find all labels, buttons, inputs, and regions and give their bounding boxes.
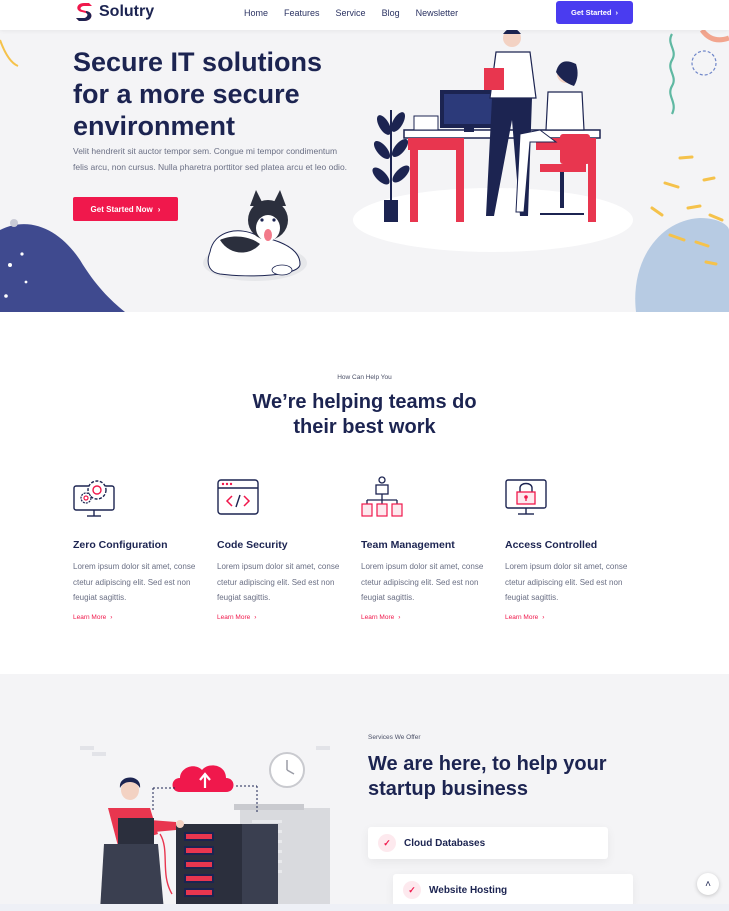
code-window-icon <box>217 479 259 515</box>
feature-text: Lorem ipsum dolor sit amet, conse ctetur… <box>217 562 340 602</box>
service-card-cloud-databases[interactable]: ✓ Cloud Databases <box>368 827 608 859</box>
chevron-right-icon: › <box>157 204 161 214</box>
feature-title: Team Management <box>361 539 455 551</box>
lock-monitor-icon <box>505 479 547 515</box>
services-eyebrow: Services We Offer <box>368 734 421 741</box>
help-section: How Can Help You We’re helping teams do … <box>0 312 729 674</box>
chevron-right-icon: › <box>398 613 401 621</box>
check-icon: ✓ <box>403 881 421 899</box>
brand-name: Solutry <box>99 3 155 20</box>
hero-description: Velit hendrerit sit auctor tempor sem. C… <box>73 146 348 172</box>
nav-link-home[interactable]: Home <box>244 8 268 18</box>
hero-cta-label: Get Started Now <box>90 204 153 214</box>
service-label: Cloud Databases <box>404 837 486 849</box>
feature-zero-configuration: Zero Configuration Lorem ipsum dolor sit… <box>73 476 203 621</box>
check-icon: ✓ <box>378 834 396 852</box>
services-section: Services We Offer We are here, to help y… <box>0 674 729 911</box>
chevron-right-icon: › <box>542 613 545 621</box>
feature-code-security: Code Security Lorem ipsum dolor sit amet… <box>217 476 347 621</box>
learn-more-link[interactable]: Learn More › <box>73 614 203 621</box>
logo-mark-icon <box>76 3 92 21</box>
feature-title: Zero Configuration <box>73 539 168 551</box>
service-label: Website Hosting <box>429 884 508 896</box>
scroll-to-top-button[interactable]: ˄ <box>697 873 719 895</box>
learn-more-link[interactable]: Learn More › <box>217 614 347 621</box>
learn-more-link[interactable]: Learn More › <box>505 614 635 621</box>
learn-more-label: Learn More <box>73 613 107 621</box>
nav-link-service[interactable]: Service <box>336 8 366 18</box>
nav-cta-label: Get Started <box>571 8 612 17</box>
feature-text: Lorem ipsum dolor sit amet, conse ctetur… <box>361 562 484 602</box>
feature-title: Access Controlled <box>505 539 598 551</box>
services-illustration <box>80 746 330 911</box>
feature-text: Lorem ipsum dolor sit amet, conse ctetur… <box>505 562 628 602</box>
gear-monitor-icon <box>73 480 115 517</box>
learn-more-label: Learn More <box>505 613 539 621</box>
chevron-up-icon: ˄ <box>705 878 711 890</box>
brand-logo[interactable]: Solutry <box>73 2 154 22</box>
feature-team-management: Team Management Lorem ipsum dolor sit am… <box>361 476 491 621</box>
hero-title: Secure IT solutions for a more secure en… <box>73 47 323 141</box>
services-title: We are here, to help your startup busine… <box>368 753 607 800</box>
chevron-right-icon: › <box>615 8 618 17</box>
top-navbar: Solutry Home Features Service Blog Newsl… <box>0 0 729 30</box>
learn-more-label: Learn More <box>217 613 251 621</box>
help-title: We’re helping teams do their best work <box>0 390 729 440</box>
nav-link-blog[interactable]: Blog <box>382 8 400 18</box>
get-started-now-button[interactable]: Get Started Now › <box>73 197 178 221</box>
help-eyebrow: How Can Help You <box>337 374 392 381</box>
nav-link-features[interactable]: Features <box>284 8 320 18</box>
bottom-strip <box>0 904 729 911</box>
team-hierarchy-icon <box>361 476 403 517</box>
nav-links: Home Features Service Blog Newsletter <box>244 8 474 18</box>
feature-access-controlled: Access Controlled Lorem ipsum dolor sit … <box>505 476 635 621</box>
nav-get-started-button[interactable]: Get Started › <box>556 1 633 24</box>
service-card-website-hosting[interactable]: ✓ Website Hosting <box>393 874 633 906</box>
hero-section: Secure IT solutions for a more secure en… <box>0 30 729 312</box>
help-title-text: We’re helping teams do their best work <box>252 391 477 438</box>
learn-more-link[interactable]: Learn More › <box>361 614 491 621</box>
chevron-right-icon: › <box>110 613 113 621</box>
feature-text: Lorem ipsum dolor sit amet, conse ctetur… <box>73 562 196 602</box>
feature-title: Code Security <box>217 539 288 551</box>
learn-more-label: Learn More <box>361 613 395 621</box>
nav-link-newsletter[interactable]: Newsletter <box>416 8 459 18</box>
chevron-right-icon: › <box>254 613 257 621</box>
